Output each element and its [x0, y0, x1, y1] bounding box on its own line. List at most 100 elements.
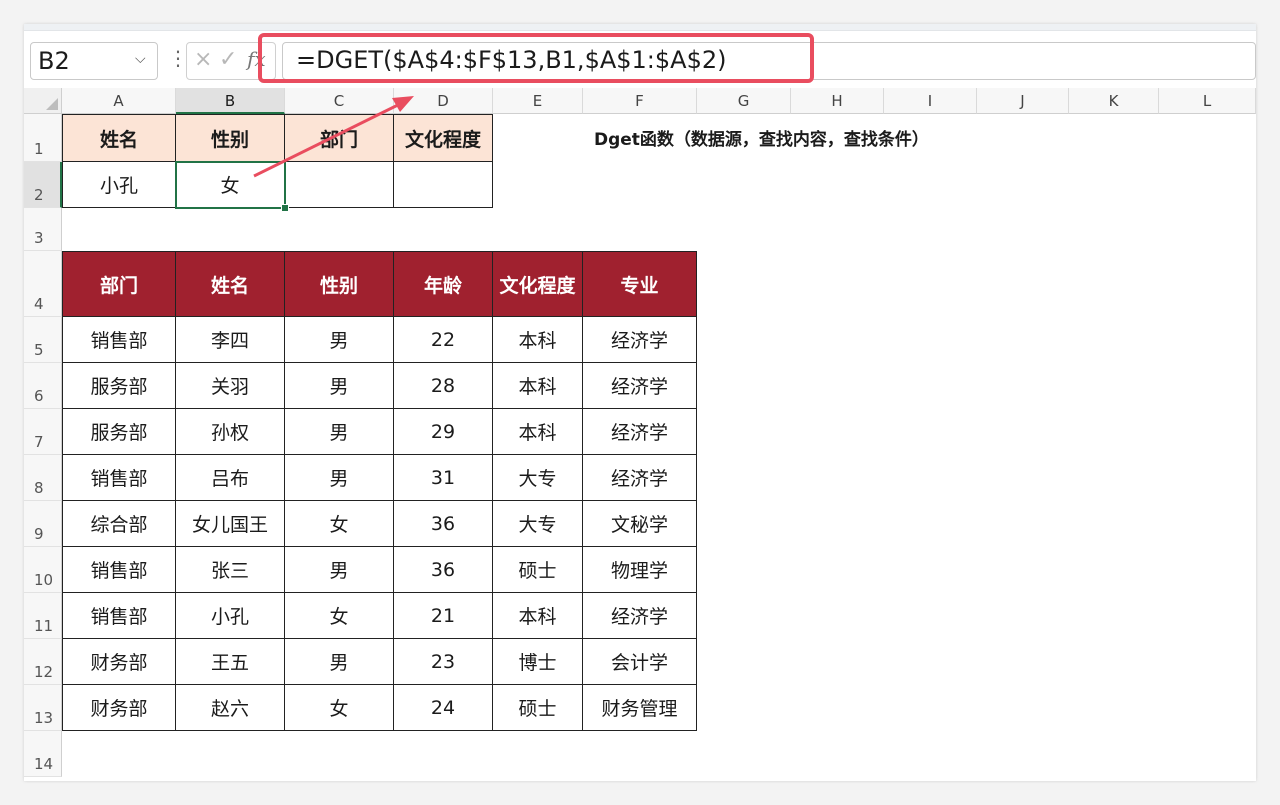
- criteria-header[interactable]: 文化程度: [394, 114, 493, 162]
- table-cell[interactable]: 经济学: [583, 317, 697, 363]
- table-cell[interactable]: 经济学: [583, 593, 697, 639]
- table-cell[interactable]: 会计学: [583, 639, 697, 685]
- table-header[interactable]: 部门: [62, 251, 176, 317]
- table-cell[interactable]: 经济学: [583, 455, 697, 501]
- table-cell[interactable]: 吕布: [176, 455, 285, 501]
- criteria-header[interactable]: 性别: [176, 114, 285, 162]
- table-cell[interactable]: 女: [285, 593, 394, 639]
- table-cell[interactable]: 综合部: [62, 501, 176, 547]
- table-cell[interactable]: 男: [285, 363, 394, 409]
- table-cell[interactable]: 服务部: [62, 409, 176, 455]
- column-header-g[interactable]: G: [697, 88, 791, 114]
- column-header-i[interactable]: I: [884, 88, 977, 114]
- table-cell[interactable]: 本科: [493, 317, 583, 363]
- table-cell[interactable]: 女: [285, 685, 394, 731]
- column-header-j[interactable]: J: [977, 88, 1069, 114]
- table-header[interactable]: 专业: [583, 251, 697, 317]
- table-cell[interactable]: 李四: [176, 317, 285, 363]
- criteria-value[interactable]: [285, 162, 394, 208]
- column-header-k[interactable]: K: [1069, 88, 1159, 114]
- row-header-3[interactable]: 3: [24, 208, 62, 251]
- table-cell[interactable]: 21: [394, 593, 493, 639]
- row-header-2[interactable]: 2: [24, 162, 62, 208]
- row-header-8[interactable]: 8: [24, 455, 62, 501]
- column-header-d[interactable]: D: [394, 88, 493, 114]
- column-header-c[interactable]: C: [285, 88, 394, 114]
- row-header-4[interactable]: 4: [24, 251, 62, 317]
- row-header-13[interactable]: 13: [24, 685, 62, 731]
- table-cell[interactable]: 男: [285, 547, 394, 593]
- table-cell[interactable]: 大专: [493, 501, 583, 547]
- table-cell[interactable]: 男: [285, 639, 394, 685]
- row-header-11[interactable]: 11: [24, 593, 62, 639]
- table-cell[interactable]: 23: [394, 639, 493, 685]
- worksheet-grid[interactable]: ABCDEFGHIJKL 1 2 3 4 5 6 7 8 9 10 11 12 13 14 姓名 性别 部门文…: [24, 88, 1256, 781]
- table-cell[interactable]: 关羽: [176, 363, 285, 409]
- table-cell[interactable]: 本科: [493, 409, 583, 455]
- more-options-icon[interactable]: ⋮: [168, 46, 188, 70]
- chevron-down-icon[interactable]: ⌵: [135, 51, 146, 67]
- table-cell[interactable]: 王五: [176, 639, 285, 685]
- fill-handle[interactable]: [281, 204, 289, 212]
- table-cell[interactable]: 经济学: [583, 363, 697, 409]
- criteria-header[interactable]: 姓名: [62, 114, 176, 162]
- table-cell[interactable]: 博士: [493, 639, 583, 685]
- table-cell[interactable]: 销售部: [62, 455, 176, 501]
- cancel-icon[interactable]: ×: [194, 47, 212, 72]
- table-header[interactable]: 姓名: [176, 251, 285, 317]
- criteria-value[interactable]: 小孔: [62, 162, 176, 208]
- table-header[interactable]: 年龄: [394, 251, 493, 317]
- table-cell[interactable]: 张三: [176, 547, 285, 593]
- table-cell[interactable]: 男: [285, 409, 394, 455]
- enter-check-icon[interactable]: ✓: [219, 47, 237, 72]
- table-cell[interactable]: 小孔: [176, 593, 285, 639]
- column-header-l[interactable]: L: [1159, 88, 1256, 114]
- table-cell[interactable]: 36: [394, 501, 493, 547]
- table-cell[interactable]: 财务部: [62, 685, 176, 731]
- row-header-9[interactable]: 9: [24, 501, 62, 547]
- table-cell[interactable]: 物理学: [583, 547, 697, 593]
- row-header-10[interactable]: 10: [24, 547, 62, 593]
- table-cell[interactable]: 29: [394, 409, 493, 455]
- column-header-b[interactable]: B: [176, 88, 285, 114]
- table-cell[interactable]: 销售部: [62, 593, 176, 639]
- table-cell[interactable]: 男: [285, 317, 394, 363]
- column-header-e[interactable]: E: [493, 88, 583, 114]
- table-cell[interactable]: 财务部: [62, 639, 176, 685]
- criteria-value[interactable]: [394, 162, 493, 208]
- table-cell[interactable]: 男: [285, 455, 394, 501]
- table-cell[interactable]: 本科: [493, 363, 583, 409]
- row-header-6[interactable]: 6: [24, 363, 62, 409]
- table-cell[interactable]: 女儿国王: [176, 501, 285, 547]
- table-cell[interactable]: 31: [394, 455, 493, 501]
- row-header-12[interactable]: 12: [24, 639, 62, 685]
- column-header-f[interactable]: F: [583, 88, 697, 114]
- row-header-1[interactable]: 1: [24, 114, 62, 162]
- row-header-5[interactable]: 5: [24, 317, 62, 363]
- table-cell[interactable]: 硕士: [493, 547, 583, 593]
- criteria-header[interactable]: 部门: [285, 114, 394, 162]
- table-cell[interactable]: 经济学: [583, 409, 697, 455]
- table-cell[interactable]: 财务管理: [583, 685, 697, 731]
- criteria-value[interactable]: 女: [176, 162, 285, 208]
- column-header-h[interactable]: H: [791, 88, 884, 114]
- table-header[interactable]: 性别: [285, 251, 394, 317]
- table-cell[interactable]: 孙权: [176, 409, 285, 455]
- table-cell[interactable]: 28: [394, 363, 493, 409]
- select-all-corner[interactable]: [24, 88, 62, 114]
- table-cell[interactable]: 24: [394, 685, 493, 731]
- table-cell[interactable]: 文秘学: [583, 501, 697, 547]
- row-header-14[interactable]: 14: [24, 731, 62, 777]
- table-cell[interactable]: 36: [394, 547, 493, 593]
- row-header-7[interactable]: 7: [24, 409, 62, 455]
- table-cell[interactable]: 销售部: [62, 547, 176, 593]
- table-cell[interactable]: 硕士: [493, 685, 583, 731]
- table-cell[interactable]: 大专: [493, 455, 583, 501]
- table-header[interactable]: 文化程度: [493, 251, 583, 317]
- table-cell[interactable]: 本科: [493, 593, 583, 639]
- table-cell[interactable]: 销售部: [62, 317, 176, 363]
- table-cell[interactable]: 22: [394, 317, 493, 363]
- table-cell[interactable]: 女: [285, 501, 394, 547]
- name-box[interactable]: B2 ⌵: [30, 42, 158, 80]
- column-header-a[interactable]: A: [62, 88, 176, 114]
